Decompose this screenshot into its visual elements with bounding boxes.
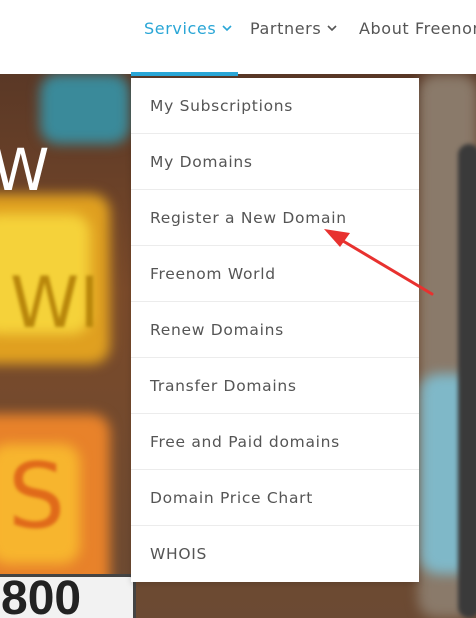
nav-services[interactable]: Services: [144, 19, 232, 38]
sign-blob: [40, 74, 130, 144]
menu-item-register-new-domain[interactable]: Register a New Domain: [131, 190, 419, 246]
menu-item-freenom-world[interactable]: Freenom World: [131, 246, 419, 302]
menu-item-my-domains[interactable]: My Domains: [131, 134, 419, 190]
sign-text: S: [8, 444, 66, 549]
top-navigation: Services Partners About Freenom: [0, 0, 476, 74]
services-dropdown-menu: My Subscriptions My Domains Register a N…: [131, 78, 419, 582]
menu-item-my-subscriptions[interactable]: My Subscriptions: [131, 78, 419, 134]
nav-partners-label: Partners: [250, 19, 322, 38]
chevron-down-icon: [222, 23, 232, 33]
menu-item-renew-domains[interactable]: Renew Domains: [131, 302, 419, 358]
nav-partners[interactable]: Partners: [250, 19, 337, 38]
chevron-down-icon: [327, 23, 337, 33]
hero-heading-fragment: W: [0, 136, 50, 204]
license-plate: 800: [0, 572, 136, 618]
pole-blob: [458, 144, 476, 618]
menu-item-domain-price-chart[interactable]: Domain Price Chart: [131, 470, 419, 526]
nav-services-label: Services: [144, 19, 217, 38]
nav-about[interactable]: About Freenom: [359, 19, 476, 38]
menu-item-whois[interactable]: WHOIS: [131, 526, 419, 582]
license-plate-text: 800: [1, 572, 82, 618]
nav-about-label: About Freenom: [359, 19, 476, 38]
menu-item-free-and-paid-domains[interactable]: Free and Paid domains: [131, 414, 419, 470]
sign-text: WI: [10, 262, 100, 344]
menu-item-transfer-domains[interactable]: Transfer Domains: [131, 358, 419, 414]
nav-active-indicator: [131, 72, 238, 76]
